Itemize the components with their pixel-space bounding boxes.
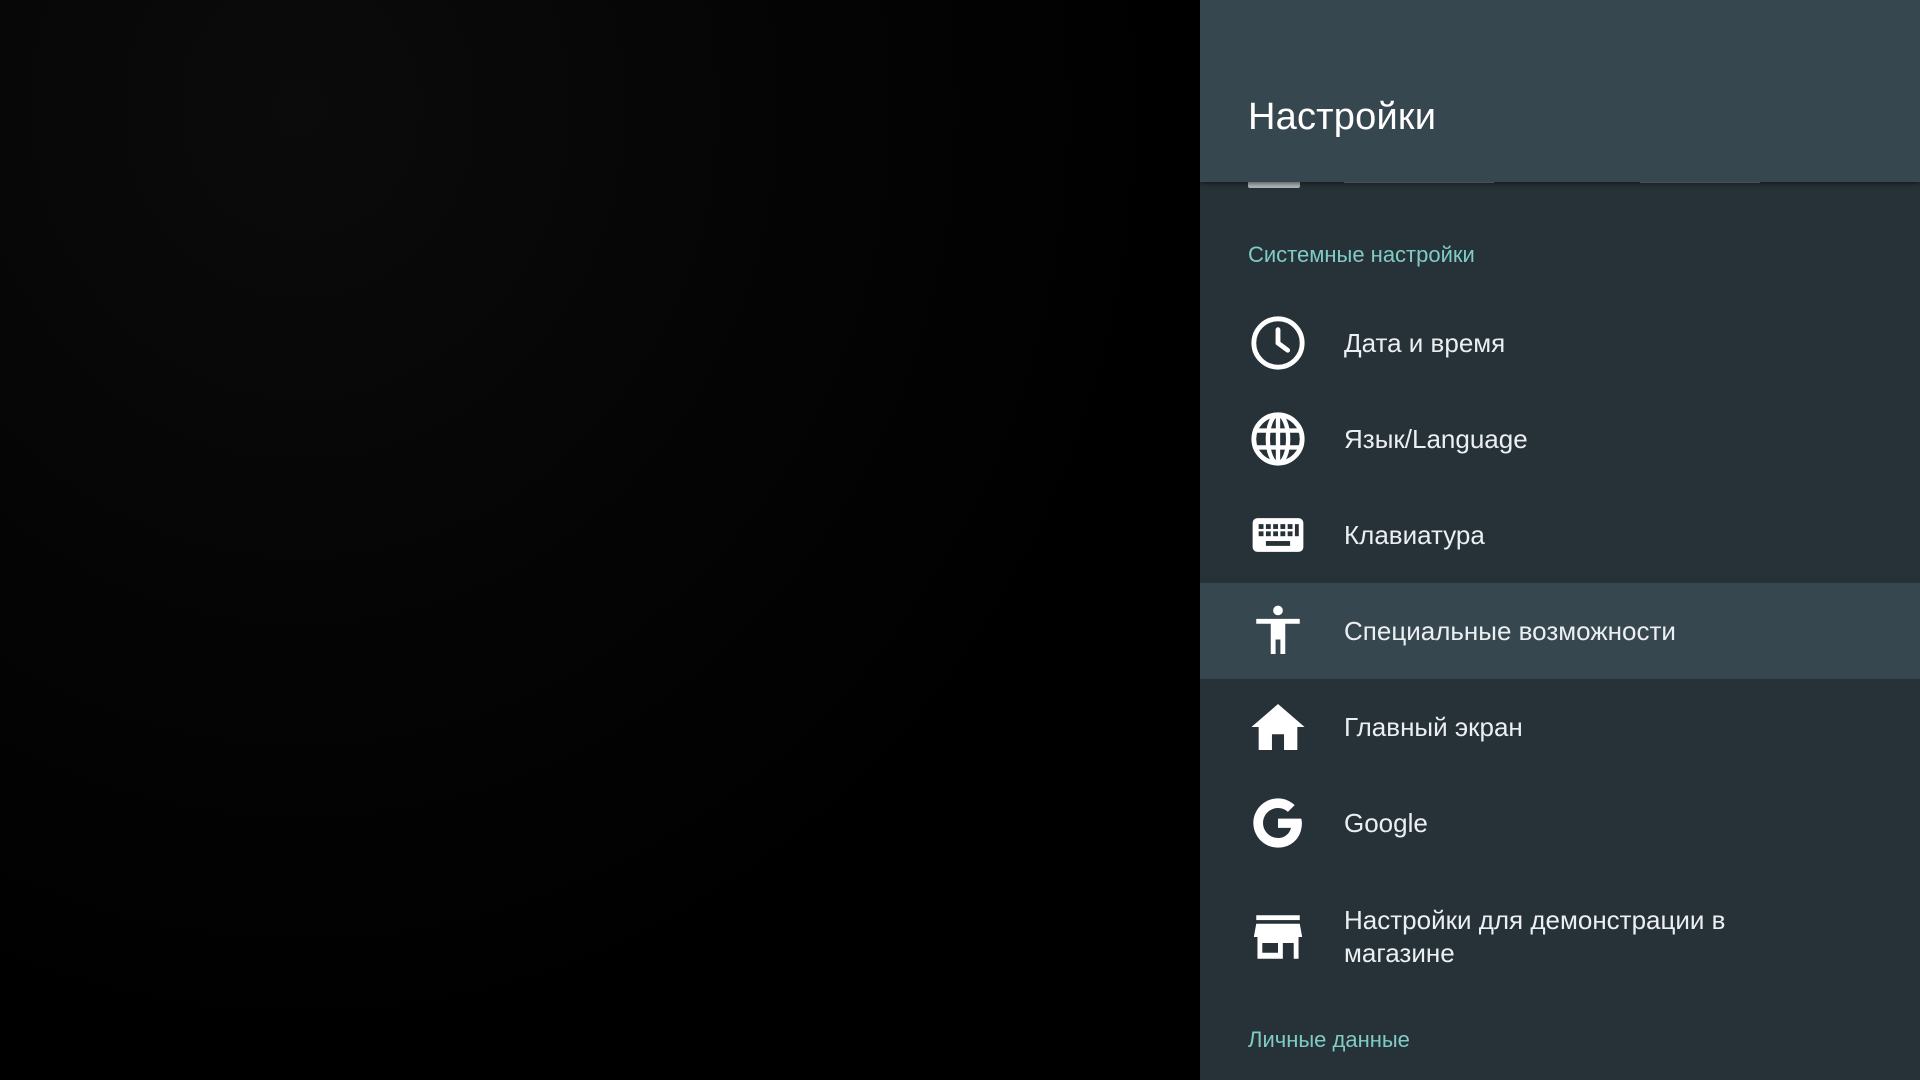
page-title: Настройки [1248, 96, 1437, 138]
settings-item-label: Специальные возможности [1344, 615, 1676, 646]
settings-item-keyboard[interactable]: Клавиатура [1200, 487, 1920, 583]
settings-item-accessibility[interactable]: Специальные возможности [1200, 583, 1920, 679]
keyboard-icon [1248, 505, 1308, 565]
home-icon [1248, 697, 1308, 757]
panel-header: Настройки [1200, 0, 1920, 182]
settings-item-language[interactable]: Язык/Language [1200, 391, 1920, 487]
accessibility-icon [1248, 601, 1308, 661]
settings-item-home-screen[interactable]: Главный экран [1200, 679, 1920, 775]
settings-item-label: Главный экран [1344, 711, 1523, 742]
settings-item-store-demo[interactable]: Настройки для демонстрации в магазине [1200, 889, 1920, 985]
section-header-system: Системные настройки [1248, 242, 1475, 267]
settings-item-label: Настройки для демонстрации в магазине [1344, 905, 1726, 968]
settings-item-label: Google [1344, 807, 1428, 838]
settings-item-label: Клавиатура [1344, 519, 1485, 550]
settings-item-google[interactable]: Google [1200, 775, 1920, 871]
settings-item-date-time[interactable]: Дата и время [1200, 295, 1920, 391]
store-icon [1248, 907, 1308, 967]
globe-icon [1248, 409, 1308, 469]
google-icon [1248, 793, 1308, 853]
settings-item-label: Язык/Language [1344, 423, 1528, 454]
settings-item-label: Дата и время [1344, 327, 1506, 358]
settings-panel: Настройки Системные настройки Дата и вре… [1200, 0, 1920, 1080]
section-header-personal: Личные данные [1248, 1027, 1410, 1052]
background-content [0, 0, 1200, 1080]
clock-icon [1248, 313, 1308, 373]
